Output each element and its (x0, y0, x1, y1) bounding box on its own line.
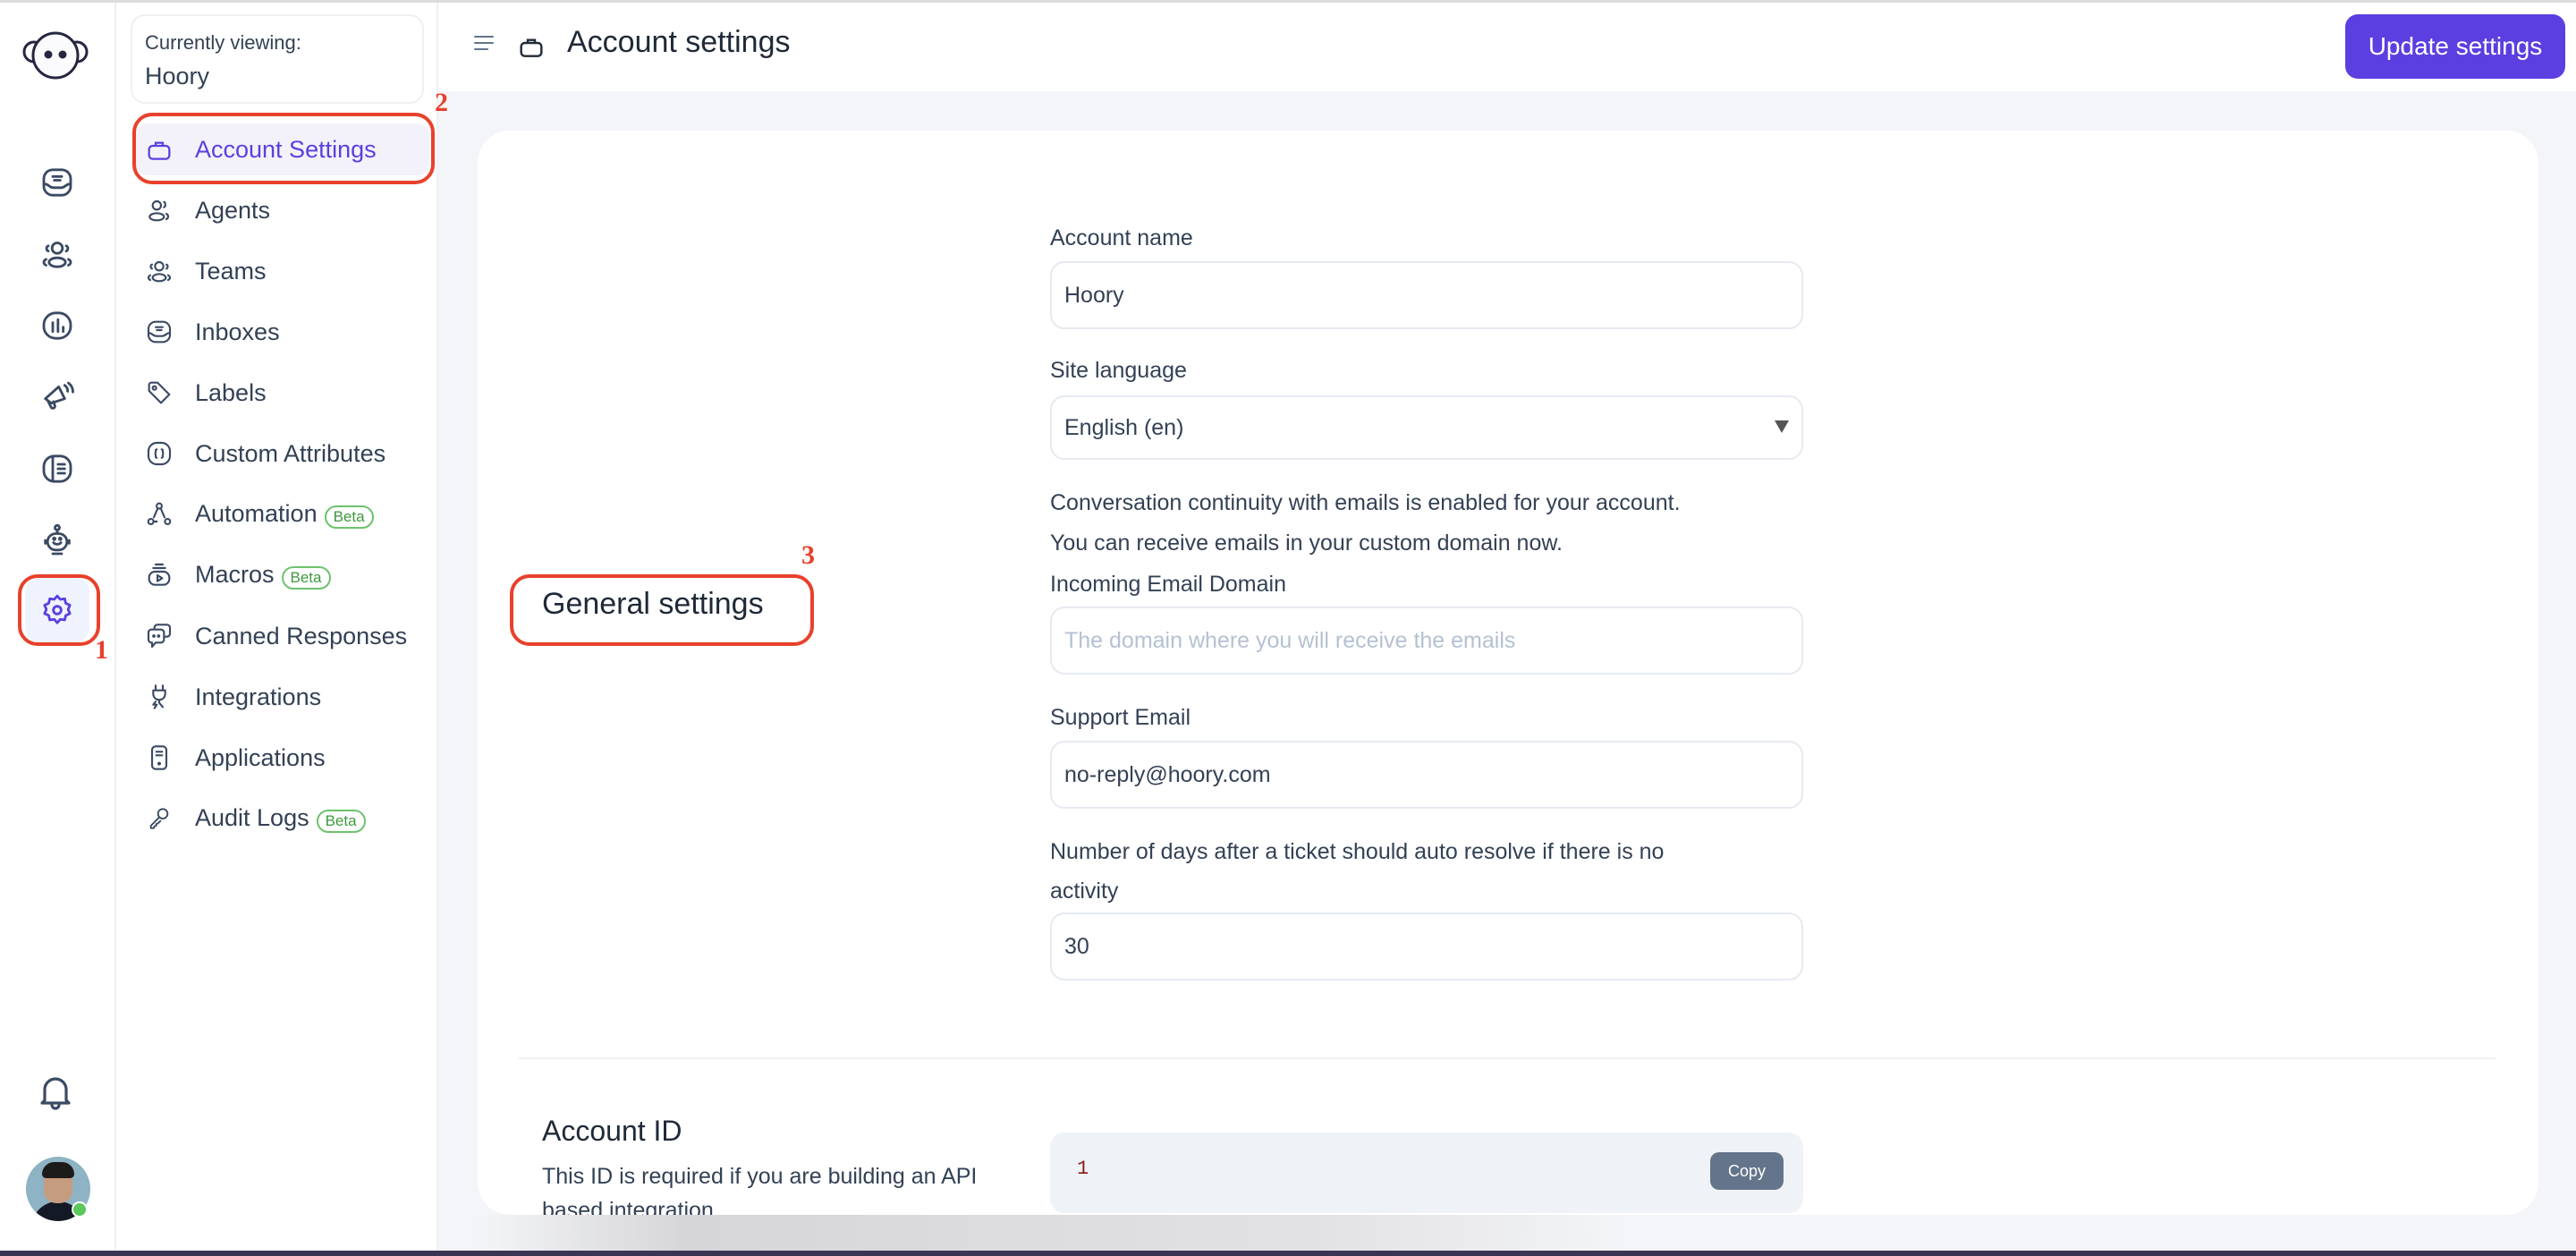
nav-bot[interactable] (25, 508, 89, 573)
current-account-name: Hoory (145, 63, 210, 89)
tag-icon (145, 378, 174, 407)
chevron-down-icon (1775, 420, 1789, 433)
sidebar-item-label: Inboxes (195, 318, 280, 345)
agents-icon (145, 196, 174, 225)
account-name-input[interactable] (1050, 261, 1803, 329)
sidebar-item-automation[interactable]: Automation Beta (136, 488, 429, 540)
general-settings-heading: General settings (542, 587, 764, 621)
sidebar-item-label: Labels (195, 378, 267, 406)
sidebar-item-label: Automation Beta (195, 500, 374, 529)
beta-badge: Beta (281, 566, 331, 590)
account-id-value: 1 (1077, 1158, 1089, 1180)
bell-icon[interactable] (34, 1070, 77, 1113)
beta-badge: Beta (324, 505, 374, 529)
inbox-icon (42, 168, 72, 197)
support-email-label: Support Email (1050, 705, 1191, 730)
sidebar-item-label: Applications (195, 743, 326, 771)
sidebar-item-canned-responses[interactable]: Canned Responses (136, 610, 429, 662)
nav-settings[interactable] (25, 578, 89, 642)
briefcase-icon (517, 32, 546, 61)
contacts-icon (42, 242, 72, 268)
site-language-selected: English (en) (1064, 414, 1184, 440)
briefcase-icon (145, 135, 174, 164)
inbox-icon (145, 318, 174, 346)
reports-icon (42, 311, 72, 340)
annotation-number-1: 1 (95, 635, 108, 665)
monkey-logo-icon[interactable] (21, 30, 89, 81)
key-icon (145, 804, 174, 833)
sidebar-item-label: Macros Beta (195, 561, 331, 590)
copy-account-id-button[interactable]: Copy (1710, 1152, 1784, 1190)
macros-icon (145, 561, 174, 590)
sidebar-item-custom-attributes[interactable]: Custom Attributes (136, 428, 429, 479)
sidebar-item-label: Account Settings (195, 135, 377, 163)
site-language-select[interactable]: English (en) (1050, 395, 1803, 460)
support-email-input[interactable] (1050, 741, 1803, 809)
primary-sidebar (0, 0, 116, 1256)
sidebar-item-label: Integrations (195, 683, 322, 710)
account-id-heading: Account ID (542, 1115, 682, 1147)
braces-icon (145, 439, 174, 468)
annotation-number-2: 2 (435, 88, 448, 117)
settings-sidebar: Currently viewing: Hoory Account Setting… (116, 0, 438, 1256)
sidebar-item-label: Audit Logs Beta (195, 804, 366, 833)
toggle-sidebar-icon[interactable] (474, 36, 494, 54)
auto-resolve-label-line-1: Number of days after a ticket should aut… (1050, 839, 1665, 864)
library-icon (42, 454, 72, 483)
auto-resolve-label-line-2: activity (1050, 878, 1119, 904)
window-top-edge (0, 0, 2576, 3)
automation-icon (145, 500, 174, 529)
beta-badge: Beta (316, 810, 366, 833)
nav-conversations[interactable] (25, 150, 89, 215)
sidebar-item-macros[interactable]: Macros Beta (136, 549, 429, 601)
incoming-email-domain-label: Incoming Email Domain (1050, 572, 1286, 597)
nav-contacts[interactable] (25, 222, 89, 286)
plug-icon (145, 683, 174, 711)
incoming-email-domain-input[interactable] (1050, 607, 1803, 675)
online-status-indicator (72, 1201, 88, 1218)
page-header: Account settings Update settings (438, 0, 2576, 91)
currently-viewing-label: Currently viewing: (145, 31, 301, 54)
megaphone-icon (44, 381, 74, 410)
account-switcher[interactable]: Currently viewing: Hoory (131, 14, 424, 104)
continuity-info-line-1: Conversation continuity with emails is e… (1050, 490, 1681, 515)
sidebar-item-teams[interactable]: Teams (136, 245, 429, 297)
gear-icon (43, 594, 72, 624)
sidebar-item-account-settings[interactable]: Account Settings (136, 123, 429, 175)
sidebar-item-applications[interactable]: Applications (136, 732, 429, 784)
teams-icon (145, 257, 174, 285)
sidebar-item-integrations[interactable]: Integrations (136, 671, 429, 723)
bot-icon (44, 523, 71, 556)
desktop-background-strip (0, 1251, 2576, 1256)
sidebar-item-agents[interactable]: Agents (136, 184, 429, 236)
page-title: Account settings (567, 25, 791, 59)
nav-campaigns[interactable] (25, 365, 89, 429)
sidebar-item-label: Canned Responses (195, 622, 408, 649)
section-divider (519, 1057, 2496, 1059)
account-id-code-block: 1 Copy (1050, 1133, 1803, 1213)
annotation-number-3: 3 (801, 540, 815, 570)
chat-bubbles-icon (145, 622, 174, 650)
update-settings-button[interactable]: Update settings (2345, 14, 2565, 79)
sidebar-item-inboxes[interactable]: Inboxes (136, 306, 429, 358)
sidebar-item-label: Agents (195, 196, 271, 224)
sidebar-item-label: Teams (195, 257, 267, 284)
device-icon (145, 743, 174, 772)
site-language-label: Site language (1050, 358, 1187, 383)
account-name-label: Account name (1050, 225, 1193, 250)
nav-help-center[interactable] (25, 437, 89, 501)
sidebar-item-label: Custom Attributes (195, 439, 386, 467)
sidebar-item-labels[interactable]: Labels (136, 367, 429, 419)
nav-reports[interactable] (25, 293, 89, 358)
auto-resolve-days-input[interactable] (1050, 912, 1803, 980)
continuity-info-line-2: You can receive emails in your custom do… (1050, 530, 1563, 556)
sidebar-item-audit-logs[interactable]: Audit Logs Beta (136, 793, 429, 844)
